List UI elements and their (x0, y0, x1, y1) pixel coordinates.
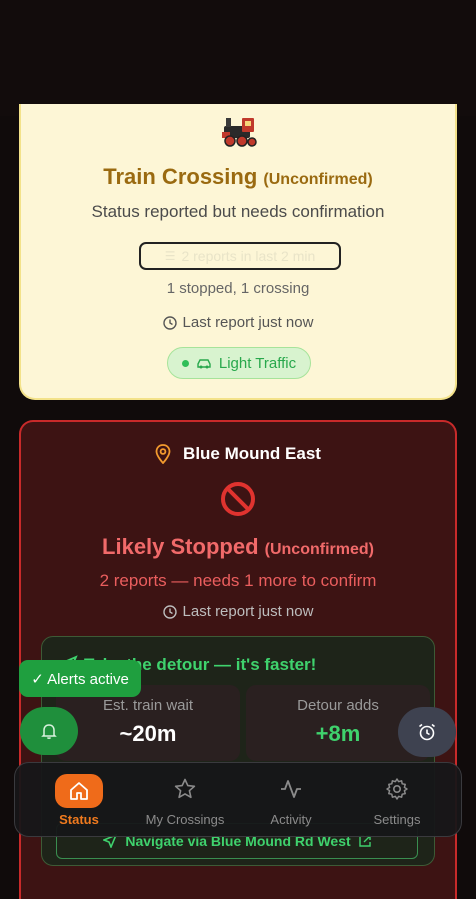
crossing-last-report-text: Last report just now (182, 603, 314, 620)
tab-status[interactable]: Status (39, 763, 119, 838)
reports-pill-label: 2 reports in last 2 min (181, 248, 316, 264)
traffic-badge: Light Traffic (167, 347, 311, 379)
status-title-qualifier: (Unconfirmed) (263, 171, 373, 188)
no-entry-icon (221, 482, 255, 516)
train-wait-label: Est. train wait (102, 697, 194, 714)
reports-pill: ☰ 2 reports in last 2 min (139, 242, 341, 270)
activity-icon (281, 780, 301, 798)
last-report-text: Last report just now (182, 314, 314, 331)
location-name: Blue Mound East (183, 444, 321, 463)
train-wait-value: ~20m (119, 721, 177, 746)
status-title: Train Crossing (Unconfirmed) (21, 164, 455, 190)
tab-activity-label: Activity (270, 812, 312, 827)
bell-icon (41, 724, 57, 739)
clock-icon (162, 604, 177, 619)
top-bar (0, 0, 476, 116)
reports-icon: ☰ (164, 249, 176, 263)
traffic-label: Light Traffic (218, 354, 297, 372)
crossing-title-text: Likely Stopped (102, 534, 259, 559)
report-counts: 1 stopped, 1 crossing (166, 280, 310, 297)
status-title-text: Train Crossing (103, 164, 258, 189)
clock-icon (162, 315, 177, 330)
alerts-active-toast: ✓ Alerts active (19, 660, 141, 697)
tab-my-crossings[interactable]: My Crossings (135, 763, 235, 838)
status-tab-highlight (55, 774, 103, 808)
status-card[interactable]: Train Crossing (Unconfirmed) Status repo… (19, 104, 457, 400)
home-icon (70, 782, 88, 800)
car-icon (197, 359, 211, 369)
star-icon (174, 778, 196, 799)
traffic-dot (181, 359, 189, 367)
last-report: Last report just now (21, 314, 455, 331)
detour-adds-label: Detour adds (297, 697, 379, 714)
locomotive-icon (222, 118, 257, 147)
crossing-subtitle: 2 reports — needs 1 more to confirm (99, 571, 377, 590)
tab-settings-label: Settings (373, 812, 421, 827)
alarm-button[interactable] (398, 707, 456, 757)
location-pin-icon (155, 444, 171, 464)
tab-my-crossings-label: My Crossings (145, 812, 225, 827)
gear-icon (386, 778, 408, 800)
crossing-last-report: Last report just now (21, 603, 455, 620)
crossing-title-qualifier: (Unconfirmed) (264, 541, 374, 558)
tab-settings[interactable]: Settings (357, 763, 437, 838)
crossing-location: Blue Mound East (21, 444, 455, 464)
tab-activity[interactable]: Activity (251, 763, 331, 838)
crossing-title: Likely Stopped (Unconfirmed) (21, 534, 455, 560)
bottom-nav: Status My Crossings Activity Settings (14, 762, 462, 837)
alarm-clock-icon (419, 723, 435, 741)
alerts-toggle-button[interactable] (20, 707, 78, 755)
tab-status-label: Status (59, 812, 99, 827)
status-subtitle: Status reported but needs confirmation (91, 202, 385, 221)
